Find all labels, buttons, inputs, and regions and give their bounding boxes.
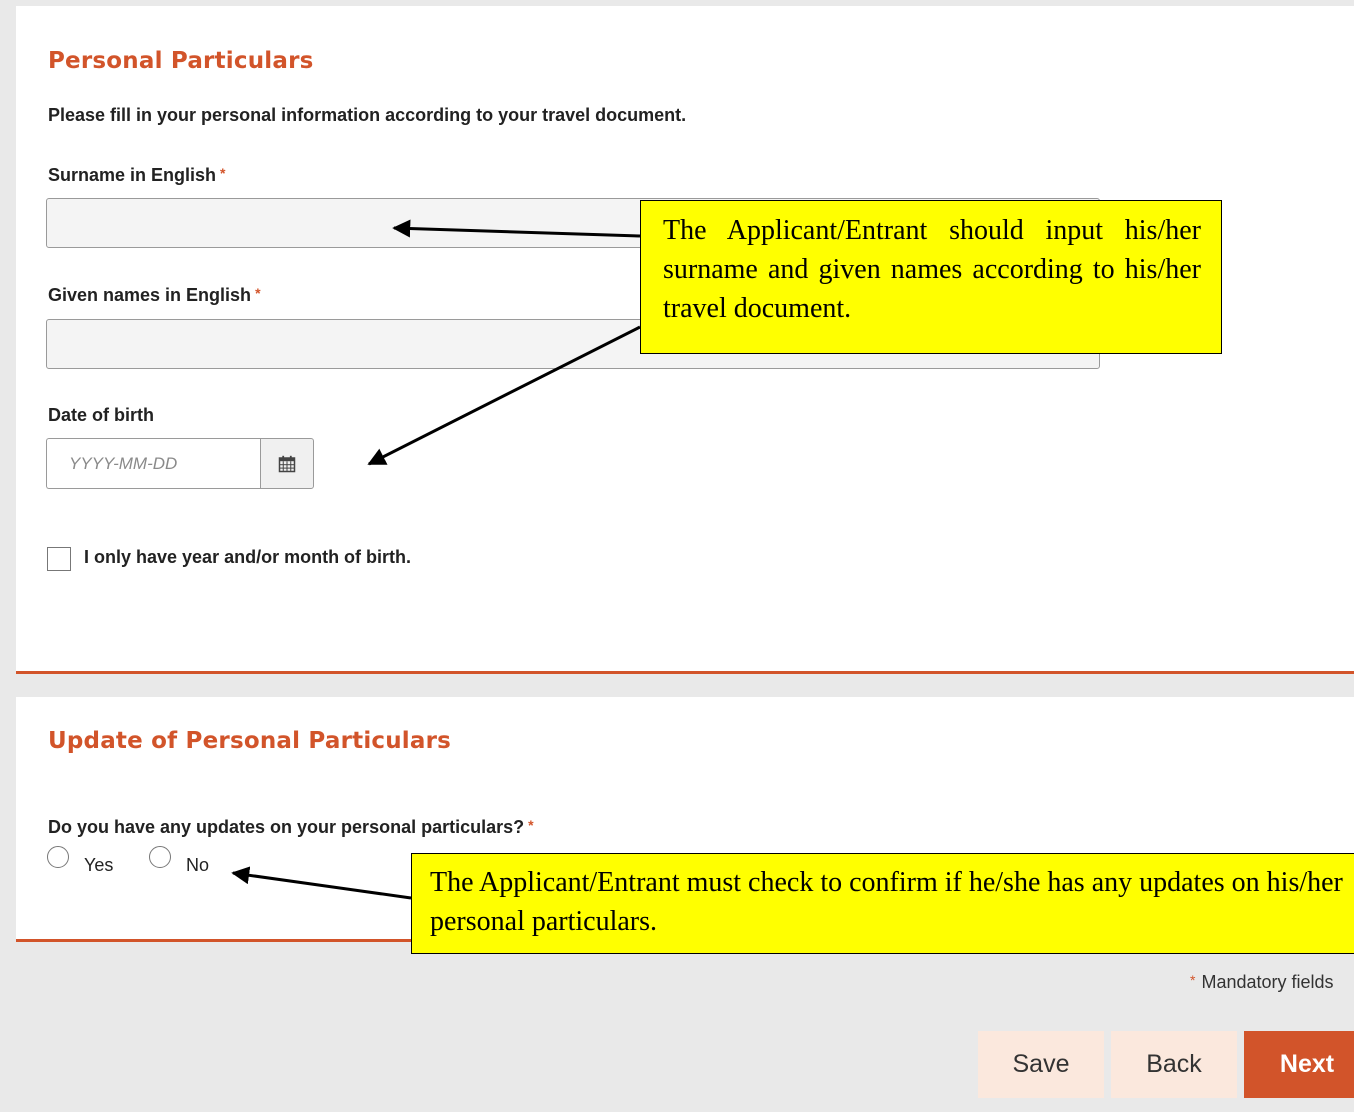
partial-dob-checkbox[interactable]: [47, 547, 71, 571]
mandatory-fields-label: Mandatory fields: [1201, 972, 1334, 992]
updates-callout: The Applicant/Entrant must check to conf…: [411, 853, 1354, 954]
back-button[interactable]: Back: [1111, 1031, 1237, 1098]
next-button[interactable]: Next: [1244, 1031, 1354, 1098]
updates-question: Do you have any updates on your personal…: [48, 817, 534, 838]
dob-input[interactable]: [46, 438, 260, 489]
dob-label: Date of birth: [48, 405, 154, 425]
updates-no-label: No: [186, 855, 210, 875]
save-button[interactable]: Save: [978, 1031, 1104, 1098]
calendar-icon: [278, 455, 296, 472]
updates-yes-radio[interactable]: [47, 846, 69, 868]
intro-text: Please fill in your personal information…: [48, 105, 687, 125]
calendar-button[interactable]: [260, 438, 314, 489]
required-marker: *: [1190, 972, 1196, 988]
names-callout: The Applicant/Entrant should input his/h…: [640, 200, 1222, 354]
update-particulars-title: Update of Personal Particulars: [48, 728, 452, 754]
surname-label: Surname in English *: [48, 165, 225, 186]
personal-particulars-title: Personal Particulars: [48, 48, 314, 74]
partial-dob-label: I only have year and/or month of birth.: [84, 547, 412, 567]
required-marker: *: [528, 817, 534, 833]
updates-no-radio[interactable]: [149, 846, 171, 868]
updates-yes-label: Yes: [84, 855, 114, 875]
surname-label-text: Surname in English: [48, 165, 217, 185]
mandatory-fields-note: * Mandatory fields: [1190, 972, 1334, 993]
given-names-label: Given names in English *: [48, 285, 261, 306]
given-names-label-text: Given names in English: [48, 285, 252, 305]
updates-question-text: Do you have any updates on your personal…: [48, 817, 525, 837]
required-marker: *: [220, 165, 226, 181]
required-marker: *: [255, 285, 261, 301]
